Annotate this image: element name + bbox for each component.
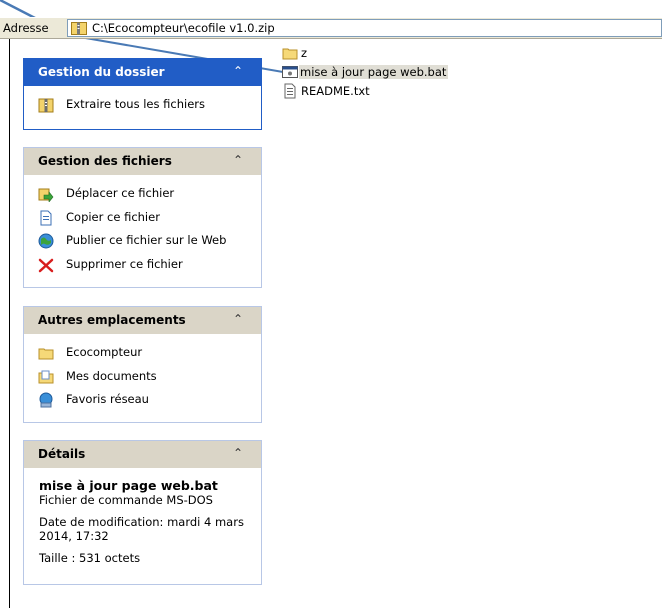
file-name: z (301, 46, 308, 60)
file-tasks-header[interactable]: Gestion des fichiers ⌃ (24, 148, 261, 175)
details-file-name: mise à jour page web.bat (39, 478, 218, 493)
place-network[interactable]: Favoris réseau (38, 390, 261, 414)
address-path: C:\Ecocompteur\ecofile v1.0.zip (92, 21, 275, 35)
folder-icon (282, 48, 298, 60)
task-label: Publier ce fichier sur le Web (66, 233, 227, 247)
address-label: Adresse (3, 21, 49, 35)
task-copy-file[interactable]: Copier ce fichier (38, 208, 261, 232)
place-label: Favoris réseau (66, 392, 149, 406)
my-documents-icon (38, 370, 54, 383)
place-my-documents[interactable]: Mes documents (38, 367, 261, 391)
folder-icon (38, 348, 54, 360)
task-label: Supprimer ce fichier (66, 256, 183, 271)
delete-x-icon (38, 258, 54, 272)
left-frame-border (9, 39, 10, 608)
place-ecocompteur[interactable]: Ecocompteur (38, 343, 261, 367)
place-label: Ecocompteur (66, 345, 143, 359)
chevron-up-icon[interactable]: ⌃ (233, 153, 243, 167)
address-bar: Adresse C:\Ecocompteur\ecofile v1.0.zip (0, 17, 662, 39)
chevron-up-icon[interactable]: ⌃ (233, 446, 243, 460)
panel-title: Gestion des fichiers (38, 154, 172, 168)
other-places-header[interactable]: Autres emplacements ⌃ (24, 307, 261, 334)
folder-tasks-header[interactable]: Gestion du dossier ⌃ (24, 59, 261, 86)
task-label: Copier ce fichier (66, 209, 160, 224)
task-publish-web[interactable]: Publier ce fichier sur le Web (38, 231, 261, 255)
network-places-icon (39, 392, 53, 408)
move-file-icon (38, 188, 54, 202)
folder-tasks-panel: Gestion du dossier ⌃ Extraire tous les f… (23, 58, 262, 130)
chevron-up-icon[interactable]: ⌃ (233, 312, 243, 326)
chevron-up-icon[interactable]: ⌃ (233, 64, 243, 78)
task-delete-file[interactable]: Supprimer ce fichier (38, 255, 261, 279)
task-label: Déplacer ce fichier (66, 186, 175, 200)
zip-folder-icon (71, 22, 87, 35)
zip-folder-icon (38, 98, 54, 113)
panel-title: Détails (38, 447, 86, 461)
batch-file-icon (282, 66, 298, 78)
details-file-size: Taille : 531 octets (39, 551, 141, 565)
details-header[interactable]: Détails ⌃ (24, 441, 261, 468)
details-file-type: Fichier de commande MS-DOS (39, 493, 213, 507)
file-name: mise à jour page web.bat (299, 65, 449, 79)
copy-file-icon (40, 210, 52, 225)
task-extract-all[interactable]: Extraire tous les fichiers (38, 95, 261, 119)
details-panel: Détails ⌃ mise à jour page web.bat Fichi… (23, 440, 262, 585)
file-tasks-panel: Gestion des fichiers ⌃ Déplacer ce fichi… (23, 147, 262, 288)
task-move-file[interactable]: Déplacer ce fichier (38, 184, 261, 208)
panel-title: Autres emplacements (38, 313, 186, 327)
task-label: Extraire tous les fichiers (66, 97, 205, 111)
text-file-icon (284, 83, 296, 99)
file-name: README.txt (301, 84, 370, 98)
globe-icon (38, 233, 54, 249)
details-modified-date: Date de modification: mardi 4 mars 2014,… (39, 515, 244, 543)
address-input[interactable]: C:\Ecocompteur\ecofile v1.0.zip (67, 19, 662, 37)
other-places-panel: Autres emplacements ⌃ Ecocompteur Mes do… (23, 306, 262, 423)
place-label: Mes documents (66, 368, 157, 383)
panel-title: Gestion du dossier (38, 65, 165, 79)
